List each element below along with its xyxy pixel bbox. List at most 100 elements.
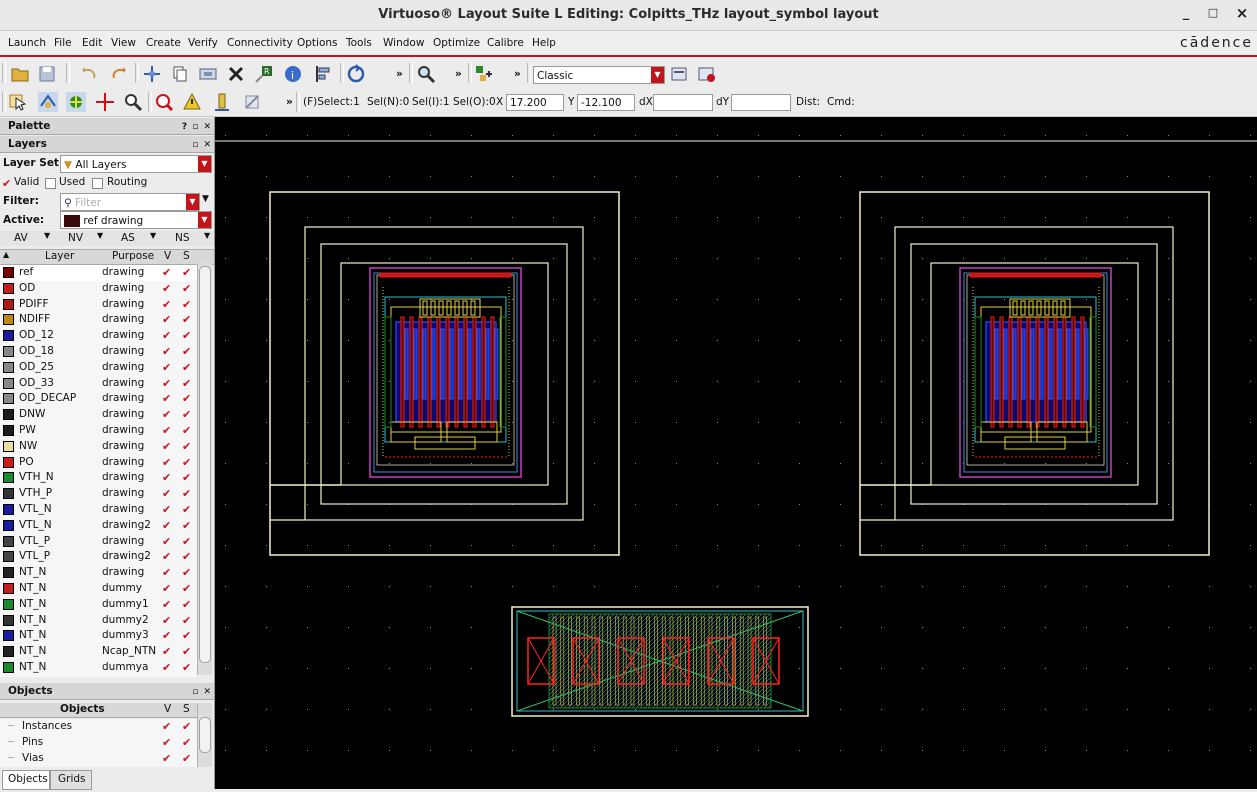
col-v[interactable]: V	[164, 250, 171, 262]
selectable-checkbox[interactable]: ✔	[182, 283, 193, 294]
workspace-load-icon[interactable]	[697, 64, 717, 84]
capacitor-array[interactable]	[511, 606, 809, 717]
selectable-checkbox[interactable]: ✔	[182, 599, 193, 610]
selectable-checkbox[interactable]: ✔	[182, 472, 193, 483]
layer-row[interactable]: VTH_P drawing ✔ ✔	[0, 486, 197, 502]
selectable-checkbox[interactable]: ✔	[182, 346, 193, 357]
menu-edit[interactable]: Edit	[82, 37, 102, 49]
layer-row[interactable]: NT_N dummya ✔ ✔	[0, 660, 197, 676]
workspace-save-icon[interactable]	[670, 64, 690, 84]
layer-row[interactable]: NT_N dummy1 ✔ ✔	[0, 597, 197, 613]
hierarchy-icon[interactable]	[474, 64, 494, 84]
visible-checkbox[interactable]: ✔	[162, 378, 173, 389]
crosshair-icon[interactable]	[95, 92, 115, 112]
visible-checkbox[interactable]: ✔	[162, 504, 173, 515]
close-button[interactable]: ×	[1232, 4, 1252, 22]
tab-grids[interactable]: Grids	[50, 770, 92, 790]
visible-checkbox[interactable]: ✔	[162, 737, 173, 748]
layer-row[interactable]: VTH_N drawing ✔ ✔	[0, 470, 197, 486]
selectable-checkbox[interactable]: ✔	[182, 567, 193, 578]
visible-checkbox[interactable]: ✔	[162, 425, 173, 436]
copy-icon[interactable]	[170, 64, 190, 84]
menu-tools[interactable]: Tools	[346, 37, 372, 49]
sort-icon[interactable]: ▲	[3, 250, 9, 259]
dy-field[interactable]	[731, 94, 791, 111]
selectable-checkbox[interactable]: ✔	[182, 551, 193, 562]
objects-window-buttons[interactable]: ▫ ✕	[192, 684, 212, 701]
menu-verify[interactable]: Verify	[188, 37, 218, 49]
selectable-checkbox[interactable]: ✔	[182, 536, 193, 547]
selectable-checkbox[interactable]: ✔	[182, 457, 193, 468]
selectable-checkbox[interactable]: ✔	[182, 267, 193, 278]
refresh-icon[interactable]	[346, 64, 366, 84]
toolbar-overflow-4[interactable]: »	[286, 96, 293, 108]
object-row[interactable]: ┄ Pins ✔ ✔	[0, 735, 197, 751]
menu-calibre[interactable]: Calibre	[487, 37, 524, 49]
layer-row[interactable]: DNW drawing ✔ ✔	[0, 407, 197, 423]
layer-row[interactable]: VTL_P drawing2 ✔ ✔	[0, 549, 197, 565]
chevron-down-icon[interactable]: ▼	[150, 231, 156, 240]
menu-file[interactable]: File	[54, 37, 72, 49]
layer-row[interactable]: VTL_N drawing2 ✔ ✔	[0, 518, 197, 534]
layer-row[interactable]: NT_N dummy2 ✔ ✔	[0, 613, 197, 629]
layer-row[interactable]: PO drawing ✔ ✔	[0, 455, 197, 471]
visible-checkbox[interactable]: ✔	[162, 721, 173, 732]
layer-row[interactable]: PW drawing ✔ ✔	[0, 423, 197, 439]
objects-scroll-thumb[interactable]	[199, 717, 211, 753]
ruler-icon[interactable]	[212, 92, 232, 112]
layout-drawing[interactable]	[215, 117, 1257, 789]
col-objects[interactable]: Objects	[60, 703, 105, 715]
as-button[interactable]: AS	[121, 232, 135, 244]
layer-row[interactable]: OD_DECAP drawing ✔ ✔	[0, 391, 197, 407]
redo-icon[interactable]	[108, 64, 128, 84]
visible-checkbox[interactable]: ✔	[162, 551, 173, 562]
toolbar-overflow-3[interactable]: »	[514, 68, 521, 80]
clear-ruler-icon[interactable]	[242, 92, 262, 112]
visible-checkbox[interactable]: ✔	[162, 330, 173, 341]
layer-row[interactable]: ref drawing ✔ ✔	[0, 265, 197, 281]
rename-icon[interactable]: R	[254, 64, 274, 84]
layer-row[interactable]: NW drawing ✔ ✔	[0, 439, 197, 455]
ns-button[interactable]: NS	[175, 232, 190, 244]
chevron-down-icon[interactable]: ▼	[204, 231, 210, 240]
minimize-button[interactable]: _	[1176, 6, 1196, 21]
visible-checkbox[interactable]: ✔	[162, 520, 173, 531]
used-checkbox[interactable]	[45, 178, 56, 189]
objects-col-v[interactable]: V	[164, 703, 171, 715]
palette-window-buttons[interactable]: ? ▫ ✕	[182, 119, 212, 136]
menu-launch[interactable]: Launch	[8, 37, 46, 49]
toolbar-overflow-1[interactable]: »	[396, 68, 403, 80]
selectable-checkbox[interactable]: ✔	[182, 362, 193, 373]
visible-checkbox[interactable]: ✔	[162, 362, 173, 373]
layer-set-select[interactable]: ▼ All Layers ▼	[60, 155, 212, 173]
visible-checkbox[interactable]: ✔	[162, 488, 173, 499]
selectable-checkbox[interactable]: ✔	[182, 630, 193, 641]
toolbar-overflow-2[interactable]: »	[455, 68, 462, 80]
menu-connectivity[interactable]: Connectivity	[227, 37, 293, 49]
snap-icon[interactable]	[66, 92, 86, 112]
selectable-checkbox[interactable]: ✔	[182, 721, 193, 732]
selectable-checkbox[interactable]: ✔	[182, 314, 193, 325]
selectable-checkbox[interactable]: ✔	[182, 646, 193, 657]
col-s[interactable]: S	[183, 250, 190, 262]
dx-field[interactable]	[653, 94, 713, 111]
selectable-checkbox[interactable]: ✔	[182, 520, 193, 531]
maximize-button[interactable]: □	[1203, 6, 1223, 19]
menu-view[interactable]: View	[111, 37, 136, 49]
active-layer-select[interactable]: ref drawing ▼	[60, 211, 212, 229]
visible-checkbox[interactable]: ✔	[162, 472, 173, 483]
objects-col-s[interactable]: S	[183, 703, 190, 715]
move-icon[interactable]	[142, 64, 162, 84]
layer-row[interactable]: OD drawing ✔ ✔	[0, 281, 197, 297]
chevron-down-icon[interactable]: ▼	[97, 231, 103, 240]
info-icon[interactable]: i	[283, 64, 303, 84]
object-row[interactable]: ┄ Instances ✔ ✔	[0, 719, 197, 735]
selectable-checkbox[interactable]: ✔	[182, 753, 193, 764]
visible-checkbox[interactable]: ✔	[162, 299, 173, 310]
filter-options-arrow[interactable]: ▼	[202, 194, 209, 204]
layer-row[interactable]: NT_N drawing ✔ ✔	[0, 565, 197, 581]
visible-checkbox[interactable]: ✔	[162, 630, 173, 641]
layer-row[interactable]: NDIFF drawing ✔ ✔	[0, 312, 197, 328]
selectable-checkbox[interactable]: ✔	[182, 409, 193, 420]
nv-button[interactable]: NV	[68, 232, 83, 244]
